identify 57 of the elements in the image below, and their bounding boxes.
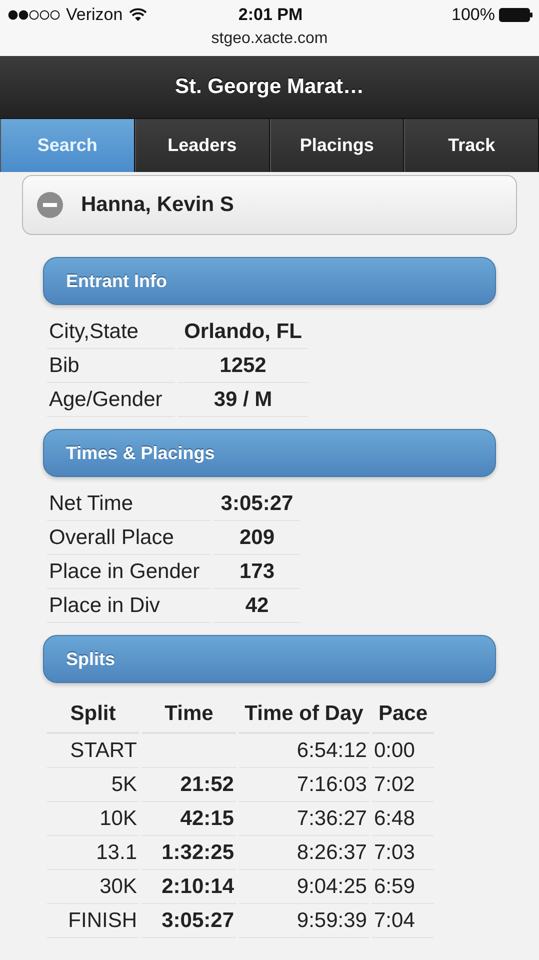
table-cell: 30K bbox=[47, 870, 139, 904]
field-label: City,State bbox=[47, 315, 175, 349]
field-label: Overall Place bbox=[47, 521, 211, 555]
nav-tab[interactable]: Track bbox=[404, 119, 539, 172]
field-label: Place in Div bbox=[47, 589, 211, 623]
nav-tab[interactable]: Placings bbox=[270, 119, 404, 172]
table-cell: 2:10:14 bbox=[142, 870, 236, 904]
column-header: Pace bbox=[372, 695, 434, 734]
table-cell: 6:59 bbox=[372, 870, 434, 904]
table-cell: 9:04:25 bbox=[239, 870, 369, 904]
nav-tab[interactable]: Leaders bbox=[134, 119, 270, 172]
table-cell: 3:05:27 bbox=[142, 904, 236, 938]
field-value: 3:05:27 bbox=[214, 487, 300, 521]
entrant-name: Hanna, Kevin S bbox=[81, 193, 234, 217]
table-cell: 1:32:25 bbox=[142, 836, 236, 870]
clock-time: 2:01 PM bbox=[238, 5, 303, 24]
table-cell: 13.1 bbox=[47, 836, 139, 870]
table-cell: 7:16:03 bbox=[239, 768, 369, 802]
table-cell: 5K bbox=[47, 768, 139, 802]
table-cell: 42:15 bbox=[142, 802, 236, 836]
field-label: Bib bbox=[47, 349, 175, 383]
field-value: Orlando, FL bbox=[178, 315, 308, 349]
section-title: Splits bbox=[66, 648, 116, 670]
url-text[interactable]: stgeo.xacte.com bbox=[211, 30, 328, 48]
table-cell: START bbox=[47, 734, 139, 768]
field-label: Net Time bbox=[47, 487, 211, 521]
table-cell: 9:59:39 bbox=[239, 904, 369, 938]
entrant-collapsible[interactable]: Hanna, Kevin S bbox=[22, 175, 517, 235]
section-title: Times & Placings bbox=[66, 442, 215, 464]
table-cell: 7:02 bbox=[372, 768, 434, 802]
table-cell: 6:54:12 bbox=[239, 734, 369, 768]
battery-icon bbox=[499, 8, 533, 22]
table-cell: 7:03 bbox=[372, 836, 434, 870]
battery-percent: 100% bbox=[452, 5, 495, 25]
column-header: Time of Day bbox=[239, 695, 369, 734]
table-cell: 21:52 bbox=[142, 768, 236, 802]
field-value: 1252 bbox=[178, 349, 308, 383]
field-label: Age/Gender bbox=[47, 383, 175, 417]
table-cell: 7:36:27 bbox=[239, 802, 369, 836]
table-cell: 0:00 bbox=[372, 734, 434, 768]
table-cell: 8:26:37 bbox=[239, 836, 369, 870]
table-cell: 7:04 bbox=[372, 904, 434, 938]
field-value: 209 bbox=[214, 521, 300, 555]
carrier-name: Verizon bbox=[66, 5, 123, 25]
section-title: Entrant Info bbox=[66, 270, 167, 292]
table-cell: FINISH bbox=[47, 904, 139, 938]
field-value: 39 / M bbox=[178, 383, 308, 417]
field-value: 173 bbox=[214, 555, 300, 589]
field-value: 42 bbox=[214, 589, 300, 623]
table-cell: 6:48 bbox=[372, 802, 434, 836]
table-cell: 10K bbox=[47, 802, 139, 836]
column-header: Split bbox=[47, 695, 139, 734]
field-label: Place in Gender bbox=[47, 555, 211, 589]
page-title: St. George Marat… bbox=[174, 75, 364, 99]
wifi-icon bbox=[128, 8, 147, 22]
column-header: Time bbox=[142, 695, 236, 734]
signal-icon bbox=[8, 10, 60, 20]
